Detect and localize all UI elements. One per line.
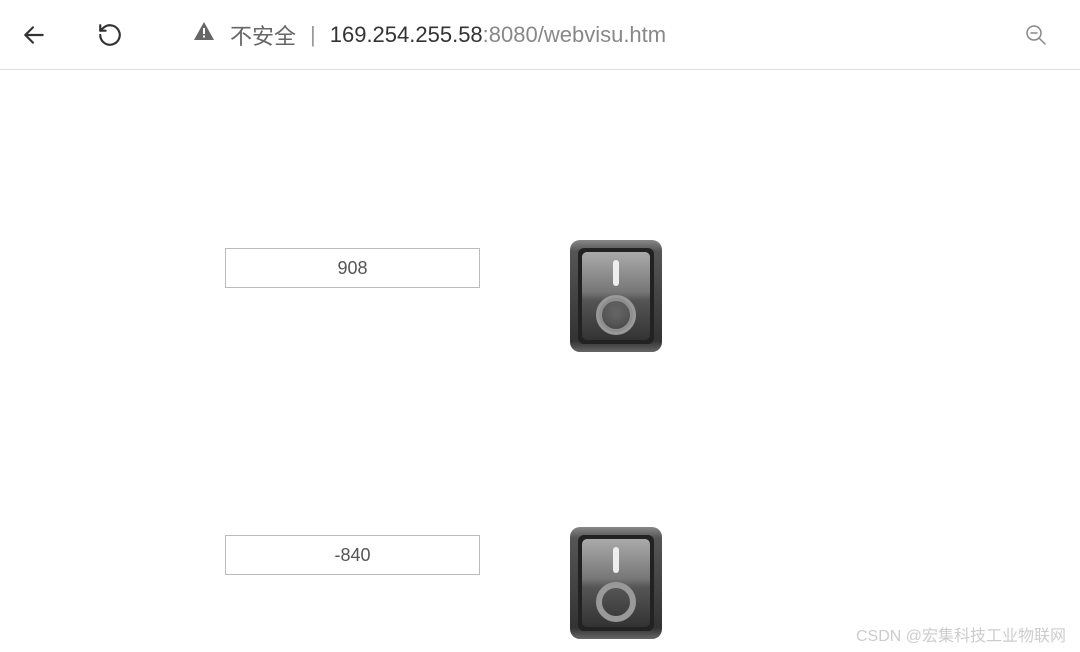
address-separator: |	[310, 22, 316, 48]
security-label: 不安全	[230, 19, 296, 51]
watermark-text: CSDN @宏集科技工业物联网	[856, 622, 1066, 646]
url-text: 169.254.255.58:8080/webvisu.htm	[330, 22, 666, 48]
address-bar[interactable]: 不安全 | 169.254.255.58:8080/webvisu.htm	[192, 19, 994, 51]
back-button[interactable]	[20, 21, 48, 49]
value-display-2[interactable]: -840	[225, 535, 480, 575]
rocker-switch-2[interactable]	[570, 527, 662, 644]
reload-button[interactable]	[96, 21, 124, 49]
data-row: 908	[225, 240, 1080, 357]
url-port-path: :8080/webvisu.htm	[483, 22, 666, 47]
rocker-switch-1[interactable]	[570, 240, 662, 357]
zoom-button[interactable]	[1022, 21, 1050, 49]
url-host: 169.254.255.58	[330, 22, 483, 47]
page-content: 908	[0, 70, 1080, 644]
not-secure-icon	[192, 20, 216, 49]
value-display-1[interactable]: 908	[225, 248, 480, 288]
browser-toolbar: 不安全 | 169.254.255.58:8080/webvisu.htm	[0, 0, 1080, 70]
